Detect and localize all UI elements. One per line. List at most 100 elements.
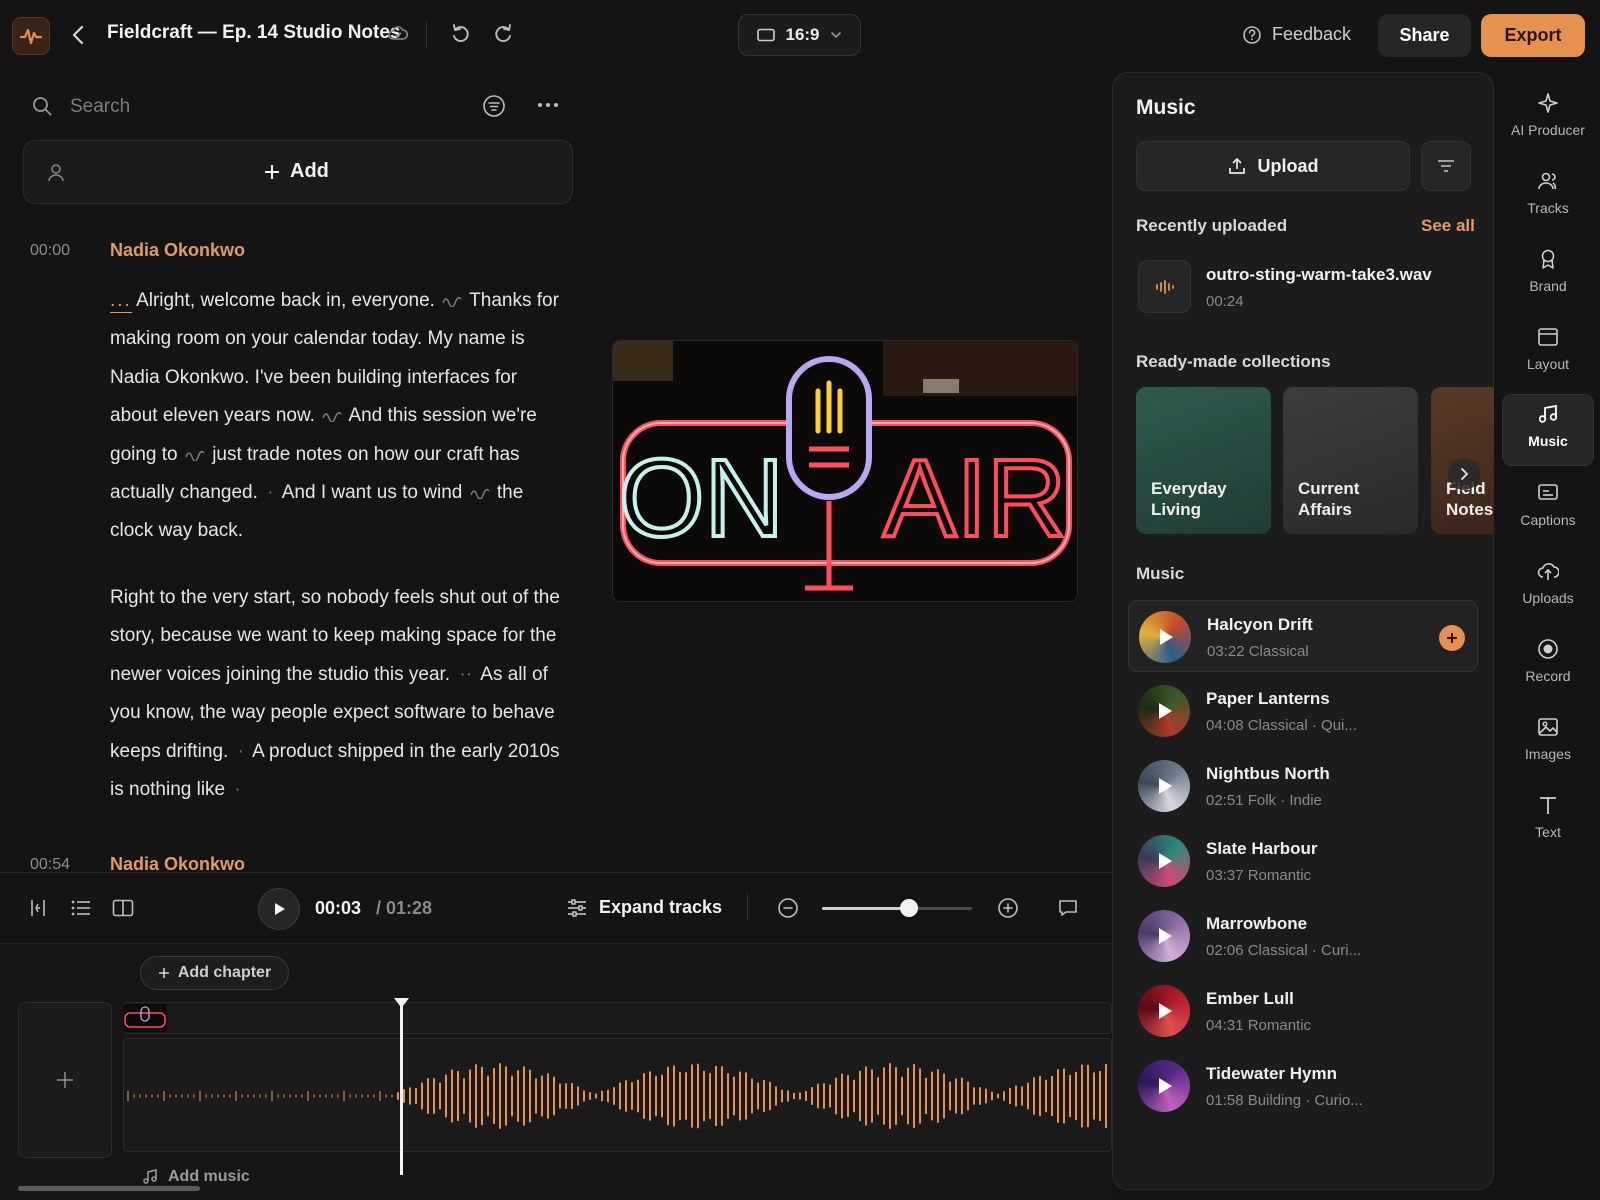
uploaded-file-name[interactable]: outro-sting-warm-take3.wav bbox=[1206, 265, 1432, 285]
video-clip-thumbnail[interactable] bbox=[123, 1004, 167, 1032]
rail-item-label: Captions bbox=[1520, 512, 1576, 528]
rail-item-tracks[interactable]: Tracks bbox=[1502, 162, 1594, 234]
comment-icon bbox=[1059, 900, 1077, 916]
waveform-logo-icon bbox=[20, 28, 42, 45]
undo-icon bbox=[453, 24, 469, 42]
music-track-row[interactable]: Tidewater Hymn 01:58 Building · Curio... bbox=[1128, 1050, 1478, 1122]
pause-dot-icon: · bbox=[237, 740, 244, 762]
pause-dot-icon: ·· bbox=[459, 663, 473, 685]
track-title: Paper Lanterns bbox=[1206, 689, 1330, 708]
rail-item-brand[interactable]: Brand bbox=[1502, 240, 1594, 312]
person-icon bbox=[47, 163, 65, 183]
add-track-button[interactable] bbox=[18, 1002, 112, 1158]
track-meta: 02:51 Folk · Indie bbox=[1206, 792, 1322, 809]
comments-button[interactable] bbox=[1058, 899, 1078, 917]
music-track-row[interactable]: Nightbus North 02:51 Folk · Indie bbox=[1128, 750, 1478, 822]
play-icon[interactable] bbox=[1154, 701, 1174, 721]
redo-button[interactable] bbox=[492, 22, 514, 44]
rail-item-label: Text bbox=[1535, 824, 1561, 840]
sidebar-panel-icon bbox=[112, 899, 134, 917]
add-track-button[interactable] bbox=[1439, 625, 1465, 651]
rail-item-label: Music bbox=[1528, 433, 1568, 449]
total-duration: / 01:28 bbox=[376, 898, 433, 918]
rail-item-label: Uploads bbox=[1522, 590, 1574, 606]
music-track-row[interactable]: Marrowbone 02:06 Classical · Curi... bbox=[1128, 900, 1478, 972]
rail-item-captions[interactable]: Captions bbox=[1502, 474, 1594, 546]
music-track-row[interactable]: Slate Harbour 03:37 Romantic bbox=[1128, 825, 1478, 897]
more-horizontal-icon bbox=[538, 103, 558, 107]
video-track-lane[interactable] bbox=[123, 1002, 1112, 1034]
export-button[interactable]: Export bbox=[1481, 14, 1585, 57]
rail-item-record[interactable]: Record bbox=[1502, 630, 1594, 702]
sparkle-icon bbox=[1538, 93, 1558, 113]
section-heading: Music bbox=[1136, 564, 1185, 583]
play-icon[interactable] bbox=[1154, 851, 1174, 871]
feedback-button[interactable]: Feedback bbox=[1242, 24, 1351, 45]
audio-track-lane[interactable] bbox=[123, 1038, 1112, 1152]
rail-item-label: Brand bbox=[1529, 278, 1567, 294]
redo-icon bbox=[495, 24, 511, 42]
collection-card[interactable]: Everyday Living bbox=[1136, 387, 1271, 534]
app-logo[interactable] bbox=[12, 17, 50, 55]
sort-filter-button[interactable] bbox=[1421, 141, 1471, 191]
zoom-out-button[interactable] bbox=[777, 897, 799, 919]
cloud-upload-icon bbox=[1537, 563, 1559, 580]
transcript-paragraph[interactable]: ... Alright, welcome back in, everyone. … bbox=[110, 282, 560, 551]
upload-label: Upload bbox=[1257, 155, 1319, 176]
layout-toggle-button[interactable] bbox=[112, 898, 134, 918]
list-view-button[interactable] bbox=[70, 898, 92, 918]
add-button[interactable]: Add bbox=[264, 160, 329, 183]
rail-item-images[interactable]: Images bbox=[1502, 708, 1594, 780]
transcript-paragraph[interactable]: Right to the very start, so nobody feels… bbox=[110, 579, 560, 809]
track-meta: 04:08 Classical · Qui... bbox=[1206, 717, 1357, 734]
zoom-slider-handle[interactable] bbox=[900, 899, 918, 917]
play-icon[interactable] bbox=[1154, 926, 1174, 946]
carousel-next-button[interactable] bbox=[1448, 458, 1480, 490]
speaker-name[interactable]: Nadia Okonkwo bbox=[110, 240, 245, 261]
music-track-row[interactable]: Paper Lanterns 04:08 Classical · Qui... bbox=[1128, 675, 1478, 747]
rail-item-text[interactable]: Text bbox=[1502, 786, 1594, 858]
audio-file-icon[interactable] bbox=[1138, 260, 1191, 313]
playhead[interactable] bbox=[400, 1000, 403, 1175]
split-button[interactable] bbox=[28, 898, 48, 918]
play-icon[interactable] bbox=[1154, 776, 1174, 796]
track-title: Marrowbone bbox=[1206, 914, 1308, 933]
more-options-button[interactable] bbox=[536, 96, 560, 114]
add-music-button[interactable]: Add music bbox=[142, 1168, 250, 1186]
project-title[interactable]: Fieldcraft — Ep. 14 Studio Notes bbox=[107, 22, 401, 44]
collection-label: Current Affairs bbox=[1298, 479, 1360, 519]
rail-item-layout[interactable]: Layout bbox=[1502, 318, 1594, 390]
timeline-scrollbar[interactable] bbox=[18, 1186, 200, 1191]
timestamp: 00:00 bbox=[30, 242, 71, 259]
upload-button[interactable]: Upload bbox=[1136, 141, 1410, 191]
video-preview[interactable]: ON AIR bbox=[612, 340, 1078, 602]
rail-item-label: Layout bbox=[1526, 356, 1570, 372]
rail-item-ai-producer[interactable]: AI Producer bbox=[1502, 84, 1594, 156]
panel-title: Music bbox=[1136, 96, 1196, 119]
pause-dot-icon: · bbox=[267, 482, 274, 504]
aspect-ratio-dropdown[interactable]: 16:9 bbox=[738, 14, 861, 56]
add-chapter-button[interactable]: Add chapter bbox=[140, 956, 289, 990]
breath-icon bbox=[185, 450, 205, 461]
rail-item-music[interactable]: Music bbox=[1502, 394, 1594, 466]
upload-icon bbox=[1228, 158, 1245, 174]
undo-button[interactable] bbox=[450, 22, 472, 44]
rail-item-label: Images bbox=[1525, 746, 1571, 762]
zoom-in-button[interactable] bbox=[997, 897, 1019, 919]
plus-icon bbox=[1447, 633, 1457, 643]
play-icon[interactable] bbox=[1154, 1001, 1174, 1021]
expand-tracks-button[interactable]: Expand tracks bbox=[567, 897, 722, 918]
back-button[interactable] bbox=[66, 22, 90, 48]
play-icon[interactable] bbox=[1155, 627, 1175, 647]
collection-card[interactable]: Current Affairs bbox=[1283, 387, 1418, 534]
filter-button[interactable] bbox=[482, 94, 506, 118]
music-track-row[interactable]: Ember Lull 04:31 Romantic bbox=[1128, 975, 1478, 1047]
play-button[interactable] bbox=[258, 888, 300, 930]
search-input[interactable] bbox=[70, 92, 450, 122]
play-icon[interactable] bbox=[1154, 1076, 1174, 1096]
music-track-row[interactable]: Halcyon Drift 03:22 Classical bbox=[1128, 600, 1478, 672]
share-button[interactable]: Share bbox=[1378, 14, 1471, 57]
playhead-handle-icon[interactable] bbox=[394, 998, 409, 1010]
see-all-link[interactable]: See all bbox=[1421, 216, 1475, 236]
rail-item-uploads[interactable]: Uploads bbox=[1502, 552, 1594, 624]
